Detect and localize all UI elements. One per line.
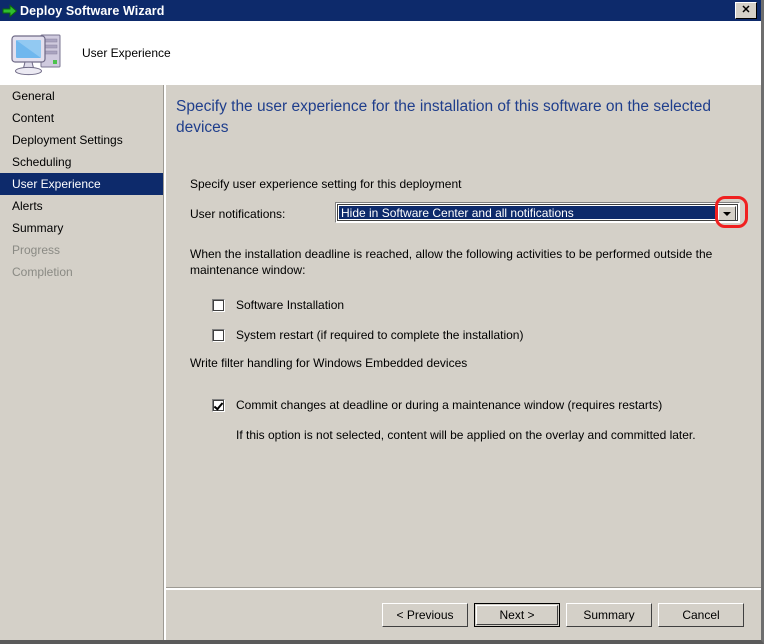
sidebar-item-completion: Completion	[0, 261, 163, 283]
user-notifications-label: User notifications:	[190, 207, 285, 221]
user-notifications-select[interactable]: Hide in Software Center and all notifica…	[335, 202, 740, 223]
system-restart-checkbox[interactable]	[212, 329, 225, 342]
user-notifications-value: Hide in Software Center and all notifica…	[339, 206, 716, 219]
system-restart-checkbox-row[interactable]: System restart (if required to complete …	[212, 328, 523, 342]
next-button-label: Next >	[499, 608, 534, 622]
summary-button[interactable]: Summary	[566, 603, 652, 627]
previous-button-label: < Previous	[396, 608, 453, 622]
wizard-steps-sidebar: General Content Deployment Settings Sche…	[0, 85, 163, 640]
system-restart-label: System restart (if required to complete …	[236, 328, 523, 342]
wizard-window: Deploy Software Wizard ✕ User Experience	[0, 0, 764, 644]
computer-icon	[8, 29, 66, 77]
sidebar-item-deployment-settings[interactable]: Deployment Settings	[0, 129, 163, 151]
software-installation-label: Software Installation	[236, 298, 344, 312]
green-arrow-icon	[0, 0, 20, 21]
wizard-body: General Content Deployment Settings Sche…	[0, 85, 761, 640]
chevron-down-icon[interactable]	[718, 206, 736, 221]
sidebar-item-summary[interactable]: Summary	[0, 217, 163, 239]
next-button[interactable]: Next >	[474, 603, 560, 627]
sidebar-item-progress: Progress	[0, 239, 163, 261]
sidebar-item-alerts[interactable]: Alerts	[0, 195, 163, 217]
content-panel: Specify the user experience for the inst…	[166, 85, 761, 640]
button-bar: < Previous Next > Summary Cancel	[166, 590, 761, 640]
commit-changes-checkbox[interactable]	[212, 399, 225, 412]
cancel-button[interactable]: Cancel	[658, 603, 744, 627]
summary-button-label: Summary	[583, 608, 634, 622]
commit-changes-label: Commit changes at deadline or during a m…	[236, 398, 662, 412]
wizard-header: User Experience	[0, 21, 761, 85]
sidebar-item-general[interactable]: General	[0, 85, 163, 107]
intro-text: Specify user experience setting for this…	[190, 177, 461, 193]
window-title: Deploy Software Wizard	[20, 4, 164, 18]
commit-changes-checkbox-row[interactable]: Commit changes at deadline or during a m…	[212, 398, 662, 412]
deadline-description: When the installation deadline is reache…	[190, 247, 730, 279]
header-title: User Experience	[82, 46, 171, 60]
title-bar: Deploy Software Wizard ✕	[0, 0, 761, 21]
page-title: Specify the user experience for the inst…	[176, 97, 746, 139]
previous-button[interactable]: < Previous	[382, 603, 468, 627]
cancel-button-label: Cancel	[682, 608, 719, 622]
write-filter-description: Write filter handling for Windows Embedd…	[190, 356, 467, 372]
sidebar-item-user-experience[interactable]: User Experience	[0, 173, 163, 195]
software-installation-checkbox-row[interactable]: Software Installation	[212, 298, 344, 312]
sidebar-item-content[interactable]: Content	[0, 107, 163, 129]
sidebar-item-scheduling[interactable]: Scheduling	[0, 151, 163, 173]
close-icon[interactable]: ✕	[735, 2, 757, 19]
software-installation-checkbox[interactable]	[212, 299, 225, 312]
write-filter-note: If this option is not selected, content …	[236, 428, 696, 444]
